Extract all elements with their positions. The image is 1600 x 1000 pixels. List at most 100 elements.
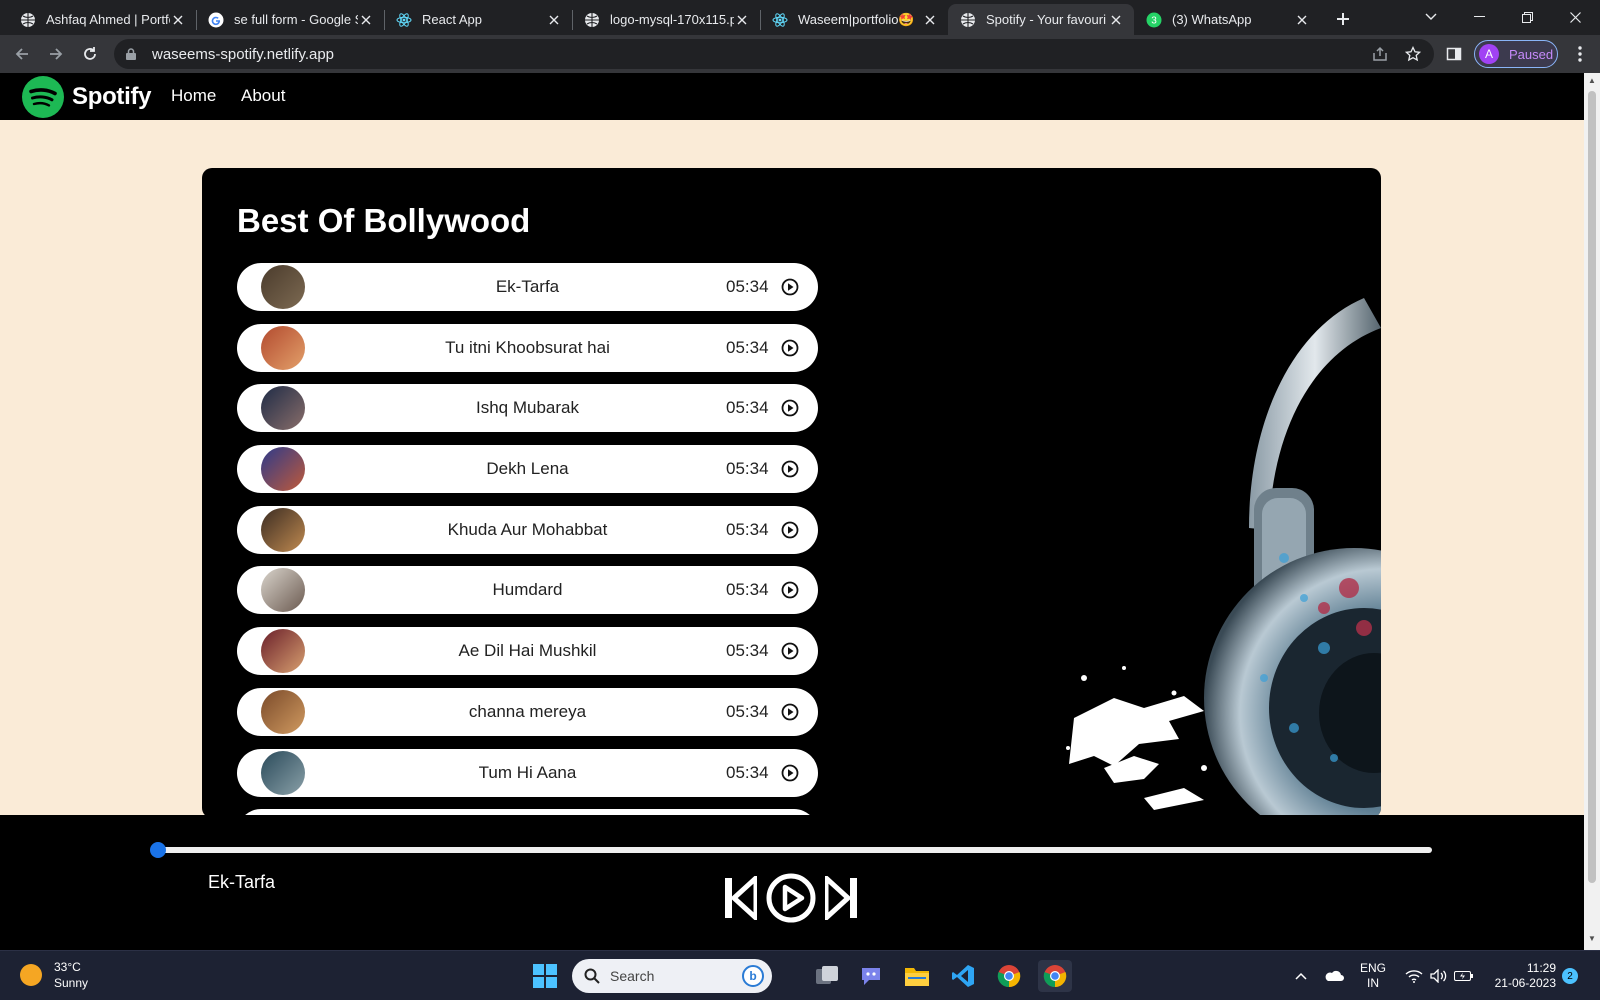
taskbar-search[interactable]: Search b bbox=[572, 959, 772, 993]
new-tab-button[interactable] bbox=[1330, 6, 1356, 32]
song-duration: 05:34 bbox=[726, 337, 769, 357]
brand-logo-link[interactable]: Spotify bbox=[22, 76, 152, 118]
close-tab-icon[interactable] bbox=[922, 12, 938, 28]
site-navbar: Spotify Home About bbox=[0, 73, 1584, 120]
previous-button[interactable] bbox=[722, 873, 758, 923]
react-icon bbox=[396, 12, 412, 28]
task-view-icon bbox=[816, 966, 838, 984]
reload-button[interactable] bbox=[76, 40, 104, 68]
minimize-icon bbox=[1473, 16, 1485, 17]
chevron-up-icon[interactable] bbox=[1290, 965, 1312, 987]
clock-date: 21-06-2023 bbox=[1494, 976, 1556, 990]
kebab-menu-icon bbox=[1578, 46, 1582, 62]
play-circle-icon[interactable] bbox=[781, 460, 799, 478]
browser-tab[interactable]: React App bbox=[384, 4, 572, 35]
chrome-button[interactable] bbox=[992, 960, 1026, 992]
browser-tab[interactable]: se full form - Google S bbox=[196, 4, 384, 35]
progress-bar[interactable] bbox=[150, 842, 1432, 858]
menu-button[interactable] bbox=[1566, 40, 1594, 68]
address-bar[interactable]: waseems-spotify.netlify.app bbox=[114, 39, 1434, 69]
page-viewport: Spotify Home About Best Of Bollywood Ek-… bbox=[0, 73, 1584, 815]
chrome-profile-button[interactable] bbox=[1038, 960, 1072, 992]
start-button[interactable] bbox=[528, 960, 562, 992]
song-duration: 05:34 bbox=[726, 519, 769, 539]
bookmark-button[interactable] bbox=[1399, 40, 1427, 68]
task-view-button[interactable] bbox=[810, 960, 844, 992]
onedrive-icon[interactable] bbox=[1323, 965, 1345, 987]
next-button[interactable] bbox=[824, 873, 860, 923]
lang-top: ENG bbox=[1360, 961, 1387, 975]
share-button[interactable] bbox=[1366, 40, 1394, 68]
play-circle-icon[interactable] bbox=[781, 278, 799, 296]
play-button[interactable] bbox=[765, 873, 817, 923]
song-row[interactable]: Dekh Lena 05:34 bbox=[237, 445, 818, 494]
folder-icon bbox=[905, 968, 929, 986]
restore-button[interactable] bbox=[1504, 0, 1550, 34]
minimize-button[interactable] bbox=[1456, 0, 1502, 34]
chat-icon bbox=[862, 968, 880, 985]
song-list: Ek-Tarfa 05:34 Tu itni Khoobsurat hai 05:34… bbox=[237, 263, 818, 815]
play-circle-icon[interactable] bbox=[781, 399, 799, 417]
vscode-button[interactable] bbox=[946, 960, 980, 992]
song-row[interactable]: Ae Dil Hai Mushkil 05:34 bbox=[237, 627, 818, 676]
page-scrollbar[interactable]: ▲ ▼ bbox=[1584, 73, 1600, 950]
song-row[interactable]: Tu itni Khoobsurat hai 05:34 bbox=[237, 323, 818, 372]
song-row[interactable]: Ishq Mubarak 05:34 bbox=[237, 384, 818, 433]
scroll-up-arrow-icon[interactable]: ▲ bbox=[1588, 77, 1596, 85]
tab-title: logo-mysql-170x115.p bbox=[610, 12, 734, 27]
side-panel-button[interactable] bbox=[1440, 40, 1468, 68]
arrow-right-icon bbox=[50, 48, 63, 60]
browser-tab[interactable]: Spotify - Your favouri bbox=[948, 4, 1134, 35]
close-tab-icon[interactable] bbox=[1294, 12, 1310, 28]
file-explorer-button[interactable] bbox=[900, 960, 934, 992]
scrollbar-thumb[interactable] bbox=[1588, 91, 1596, 883]
tab-search-button[interactable] bbox=[1408, 0, 1454, 34]
reload-icon bbox=[84, 47, 96, 60]
close-tab-icon[interactable] bbox=[358, 12, 374, 28]
close-tab-icon[interactable] bbox=[734, 12, 750, 28]
play-circle-icon[interactable] bbox=[781, 521, 799, 539]
song-row[interactable]: Khuda Aur Mohabbat 05:34 bbox=[237, 505, 818, 554]
back-button[interactable] bbox=[8, 40, 36, 68]
windows-logo-icon bbox=[533, 964, 557, 988]
battery-icon[interactable] bbox=[1453, 965, 1475, 987]
song-duration: 05:34 bbox=[726, 398, 769, 418]
close-tab-icon[interactable] bbox=[170, 12, 186, 28]
globe-icon bbox=[584, 12, 600, 28]
browser-tab[interactable]: Waseem|portfolio🤩 bbox=[760, 4, 948, 35]
weather-widget[interactable]: 33°C Sunny bbox=[20, 959, 88, 991]
close-tab-icon[interactable] bbox=[546, 12, 562, 28]
song-row[interactable]: Ek-Tarfa 05:34 bbox=[237, 263, 818, 311]
progress-handle[interactable] bbox=[150, 842, 166, 858]
teams-chat-button[interactable] bbox=[854, 960, 888, 992]
wifi-icon[interactable] bbox=[1403, 965, 1425, 987]
volume-icon[interactable] bbox=[1428, 965, 1450, 987]
play-circle-icon[interactable] bbox=[781, 764, 799, 782]
profile-button[interactable]: A Paused bbox=[1474, 40, 1558, 68]
song-row[interactable]: Humdard 05:34 bbox=[237, 566, 818, 615]
song-row[interactable]: channa mereya 05:34 bbox=[237, 687, 818, 736]
now-playing-title: Ek-Tarfa bbox=[208, 872, 276, 892]
clock[interactable]: 11:29 21-06-2023 bbox=[1486, 961, 1556, 991]
play-circle-icon[interactable] bbox=[781, 642, 799, 660]
song-row[interactable]: Tum Hi Aana 05:34 bbox=[237, 748, 818, 797]
forward-button[interactable] bbox=[42, 40, 70, 68]
language-indicator[interactable]: ENG IN bbox=[1360, 961, 1386, 991]
playlist-card: Best Of Bollywood Ek-Tarfa 05:34 Tu itni K… bbox=[202, 168, 1381, 815]
tab-title: Spotify - Your favouri bbox=[986, 12, 1106, 27]
browser-tab[interactable]: Ashfaq Ahmed | Portfo bbox=[8, 4, 196, 35]
play-circle-icon[interactable] bbox=[781, 703, 799, 721]
chrome-icon bbox=[997, 965, 1021, 988]
nav-about-link[interactable]: About bbox=[241, 86, 285, 106]
skip-next-icon bbox=[825, 876, 857, 920]
scroll-down-arrow-icon[interactable]: ▼ bbox=[1588, 935, 1596, 943]
notification-badge[interactable]: 2 bbox=[1562, 968, 1578, 984]
profile-status: Paused bbox=[1509, 46, 1554, 62]
close-tab-icon[interactable] bbox=[1108, 12, 1124, 28]
play-circle-icon[interactable] bbox=[781, 339, 799, 357]
browser-tab[interactable]: 3 (3) WhatsApp bbox=[1134, 4, 1320, 35]
browser-tab[interactable]: logo-mysql-170x115.p bbox=[572, 4, 760, 35]
close-window-button[interactable] bbox=[1552, 0, 1598, 34]
play-circle-icon[interactable] bbox=[781, 581, 799, 599]
nav-home-link[interactable]: Home bbox=[171, 86, 216, 106]
